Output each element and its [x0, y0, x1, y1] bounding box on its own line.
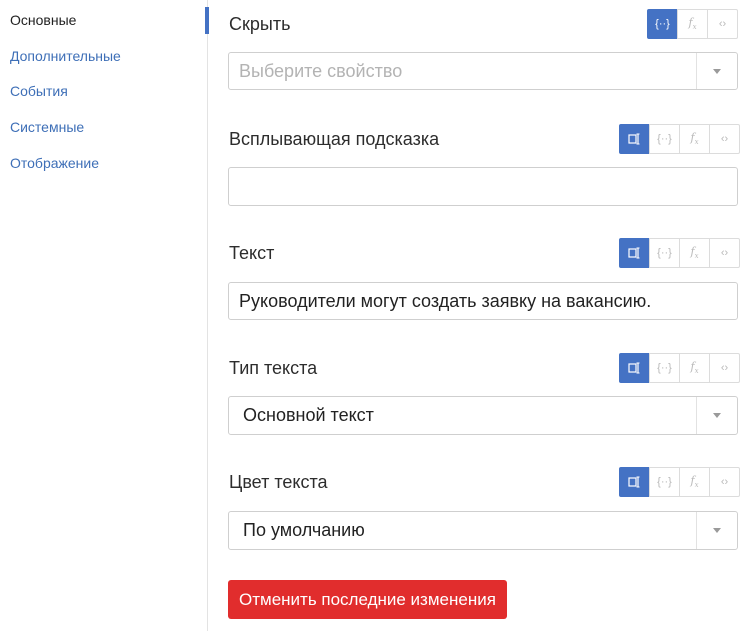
chevron-down-icon [713, 528, 721, 533]
sidebar-item-events[interactable]: События [10, 83, 68, 99]
text-type-select[interactable]: Основной текст [228, 396, 738, 435]
binding-mode-button[interactable]: {··} [649, 124, 680, 154]
text-color-selected-value: По умолчанию [243, 520, 365, 540]
sidebar-item-system[interactable]: Системные [10, 119, 84, 135]
curly-braces-icon: {··} [655, 18, 670, 30]
field-tooltip-mode-toggle: {··} fx ‹› [619, 124, 740, 154]
code-brackets-icon: ‹› [718, 18, 727, 30]
formula-mode-button[interactable]: fx [679, 238, 710, 268]
fx-icon: fx [690, 360, 699, 376]
code-mode-button[interactable]: ‹› [709, 353, 740, 383]
curly-braces-icon: {··} [657, 476, 672, 488]
sidebar-active-indicator [205, 7, 209, 34]
sidebar-item-display[interactable]: Отображение [10, 155, 99, 171]
fx-icon: fx [688, 16, 697, 32]
text-mode-button[interactable] [619, 353, 650, 383]
curly-braces-icon: {··} [657, 362, 672, 374]
text-type-dropdown[interactable] [696, 397, 737, 434]
code-mode-button[interactable]: ‹› [707, 9, 738, 39]
text-mode-button[interactable] [619, 238, 650, 268]
curly-braces-icon: {··} [657, 133, 672, 145]
field-text-color-label: Цвет текста [229, 472, 328, 492]
binding-mode-button[interactable]: {··} [649, 238, 680, 268]
revert-changes-button[interactable]: Отменить последние изменения [228, 580, 507, 619]
field-text-type-label: Тип текста [229, 358, 318, 378]
text-cursor-icon [627, 133, 639, 145]
chevron-down-icon [713, 413, 721, 418]
sidebar: Основные Дополнительные События Системны… [0, 0, 209, 631]
code-brackets-icon: ‹› [720, 133, 729, 145]
text-input[interactable]: Руководители могут создать заявку на вак… [228, 282, 738, 320]
text-color-dropdown[interactable] [696, 512, 737, 549]
field-text-label: Текст [229, 243, 275, 263]
code-mode-button[interactable]: ‹› [709, 467, 740, 497]
formula-mode-button[interactable]: fx [679, 353, 710, 383]
field-text-mode-toggle: {··} fx ‹› [619, 238, 740, 268]
text-mode-button[interactable] [619, 467, 650, 497]
formula-mode-button[interactable]: fx [679, 124, 710, 154]
field-text-type-mode-toggle: {··} fx ‹› [619, 353, 740, 383]
fx-icon: fx [690, 245, 699, 261]
text-type-selected-value: Основной текст [243, 405, 374, 425]
tooltip-input[interactable] [228, 167, 738, 206]
fx-icon: fx [690, 131, 699, 147]
fx-icon: fx [690, 474, 699, 490]
field-hide-mode-toggle: {··} fx ‹› [647, 9, 738, 39]
formula-mode-button[interactable]: fx [677, 9, 708, 39]
hide-select-placeholder: Выберите свойство [239, 60, 403, 81]
binding-mode-button[interactable]: {··} [649, 467, 680, 497]
text-cursor-icon [627, 362, 639, 374]
sidebar-item-additional[interactable]: Дополнительные [10, 48, 121, 64]
text-mode-button[interactable] [619, 124, 650, 154]
code-brackets-icon: ‹› [720, 476, 729, 488]
field-text-color-mode-toggle: {··} fx ‹› [619, 467, 740, 497]
field-hide-label: Скрыть [229, 14, 291, 34]
sidebar-item-basic[interactable]: Основные [10, 12, 76, 28]
text-color-select[interactable]: По умолчанию [228, 511, 738, 550]
text-input-value: Руководители могут создать заявку на вак… [239, 290, 652, 311]
hide-property-select[interactable]: Выберите свойство [228, 52, 738, 90]
binding-mode-button[interactable]: {··} [649, 353, 680, 383]
field-tooltip-label: Всплывающая подсказка [229, 129, 440, 149]
code-mode-button[interactable]: ‹› [709, 124, 740, 154]
text-cursor-icon [627, 247, 639, 259]
binding-mode-button[interactable]: {··} [647, 9, 678, 39]
code-mode-button[interactable]: ‹› [709, 238, 740, 268]
formula-mode-button[interactable]: fx [679, 467, 710, 497]
code-brackets-icon: ‹› [720, 362, 729, 374]
text-cursor-icon [627, 476, 639, 488]
code-brackets-icon: ‹› [720, 247, 729, 259]
hide-select-dropdown[interactable] [696, 53, 737, 89]
chevron-down-icon [713, 68, 721, 74]
curly-braces-icon: {··} [657, 247, 672, 259]
